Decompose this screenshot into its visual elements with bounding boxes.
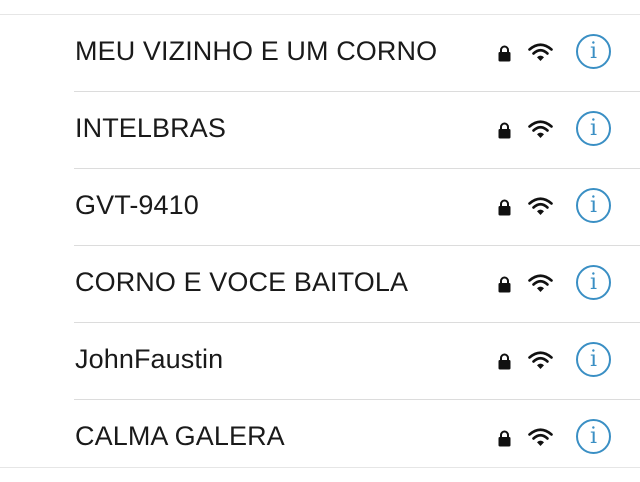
wifi-icon bbox=[528, 274, 553, 292]
wifi-network-list: MEU VIZINHO E UM CORNO i INTELBRAS i GVT… bbox=[0, 14, 640, 476]
network-name: MEU VIZINHO E UM CORNO bbox=[75, 36, 438, 66]
wifi-network-row[interactable]: INTELBRAS i bbox=[0, 91, 640, 168]
lock-icon bbox=[498, 122, 511, 139]
info-button[interactable]: i bbox=[576, 34, 611, 69]
lock-icon bbox=[498, 45, 511, 62]
wifi-icon bbox=[528, 197, 553, 215]
info-button[interactable]: i bbox=[576, 419, 611, 454]
wifi-icon bbox=[528, 351, 553, 369]
network-name: JohnFaustin bbox=[75, 344, 224, 374]
wifi-network-row[interactable]: MEU VIZINHO E UM CORNO i bbox=[0, 14, 640, 91]
info-button[interactable]: i bbox=[576, 342, 611, 377]
info-button[interactable]: i bbox=[576, 111, 611, 146]
info-button[interactable]: i bbox=[576, 188, 611, 223]
info-button[interactable]: i bbox=[576, 265, 611, 300]
wifi-network-row[interactable]: JohnFaustin i bbox=[0, 322, 640, 399]
wifi-network-row[interactable]: GVT-9410 i bbox=[0, 168, 640, 245]
network-name: CORNO E VOCE BAITOLA bbox=[75, 267, 409, 297]
wifi-icon bbox=[528, 43, 553, 61]
wifi-icon bbox=[528, 428, 553, 446]
network-name: GVT-9410 bbox=[75, 190, 199, 220]
wifi-network-row[interactable]: CALMA GALERA i bbox=[0, 399, 640, 476]
lock-icon bbox=[498, 353, 511, 370]
wifi-settings-screen: MEU VIZINHO E UM CORNO i INTELBRAS i GVT… bbox=[0, 0, 640, 482]
lock-icon bbox=[498, 276, 511, 293]
lock-icon bbox=[498, 430, 511, 447]
wifi-network-row[interactable]: CORNO E VOCE BAITOLA i bbox=[0, 245, 640, 322]
lock-icon bbox=[498, 199, 511, 216]
wifi-icon bbox=[528, 120, 553, 138]
network-name: CALMA GALERA bbox=[75, 421, 285, 451]
network-name: INTELBRAS bbox=[75, 113, 226, 143]
